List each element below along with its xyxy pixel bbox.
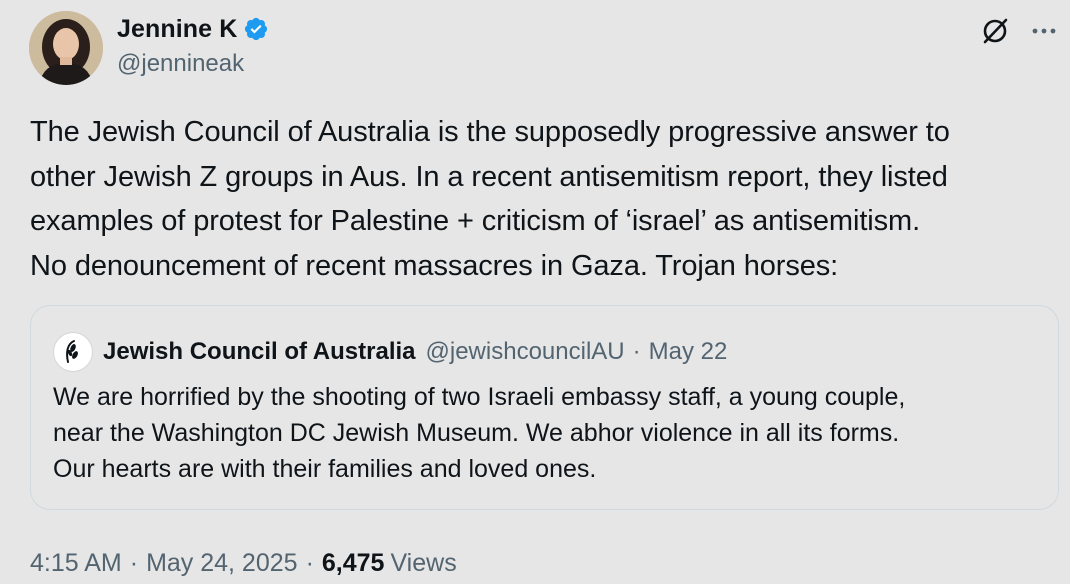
tweet-text-line: examples of protest for Palestine + crit… (30, 205, 921, 237)
separator-dot: · (305, 548, 314, 577)
separator-dot: · (129, 548, 139, 577)
quoted-author-name[interactable]: Jewish Council of Australia (103, 338, 416, 366)
tweet-time[interactable]: 4:15 AM (30, 549, 122, 578)
tweet-text-line: No denouncement of recent massacres in G… (30, 249, 839, 282)
grok-icon[interactable] (980, 16, 1010, 46)
tweet-date[interactable]: May 24, 2025 (146, 549, 298, 578)
quoted-author-handle[interactable]: @jewishcouncilAU (426, 338, 625, 366)
author-avatar[interactable] (29, 11, 103, 85)
tweet-text-line: The Jewish Council of Australia is the s… (30, 116, 950, 148)
separator-dot: · (632, 338, 641, 365)
views-count[interactable]: 6,475 (322, 549, 385, 578)
quoted-tweet-date[interactable]: May 22 (649, 338, 728, 366)
quoted-tweet-text: We are horrified by the shooting of two … (53, 379, 905, 487)
tweet-meta: 4:15 AM · May 24, 2025 · 6,475 Views (30, 545, 457, 581)
quoted-text-line: near the Washington DC Jewish Museum. We… (53, 419, 900, 447)
views-label: Views (390, 548, 457, 577)
author-name[interactable]: Jennine K (117, 15, 237, 44)
tweet-text: The Jewish Council of Australia is the s… (30, 110, 1060, 288)
quoted-tweet-header: Jewish Council of Australia @jewishcounc… (103, 335, 727, 369)
more-icon[interactable] (1030, 18, 1058, 44)
quoted-text-line: Our hearts are with their families and l… (53, 455, 597, 483)
author-name-row: Jennine K (117, 12, 269, 46)
verified-badge-icon[interactable] (243, 16, 269, 42)
author-handle[interactable]: @jennineak (117, 50, 244, 78)
quoted-text-line: We are horrified by the shooting of two … (53, 383, 906, 411)
tweet-text-line: other Jewish Z groups in Aus. In a recen… (30, 160, 948, 193)
leaf-logo-icon (66, 340, 78, 363)
quoted-tweet-card[interactable]: Jewish Council of Australia @jewishcounc… (30, 305, 1059, 510)
avatar-image (29, 11, 103, 85)
quoted-author-avatar[interactable] (53, 332, 93, 372)
